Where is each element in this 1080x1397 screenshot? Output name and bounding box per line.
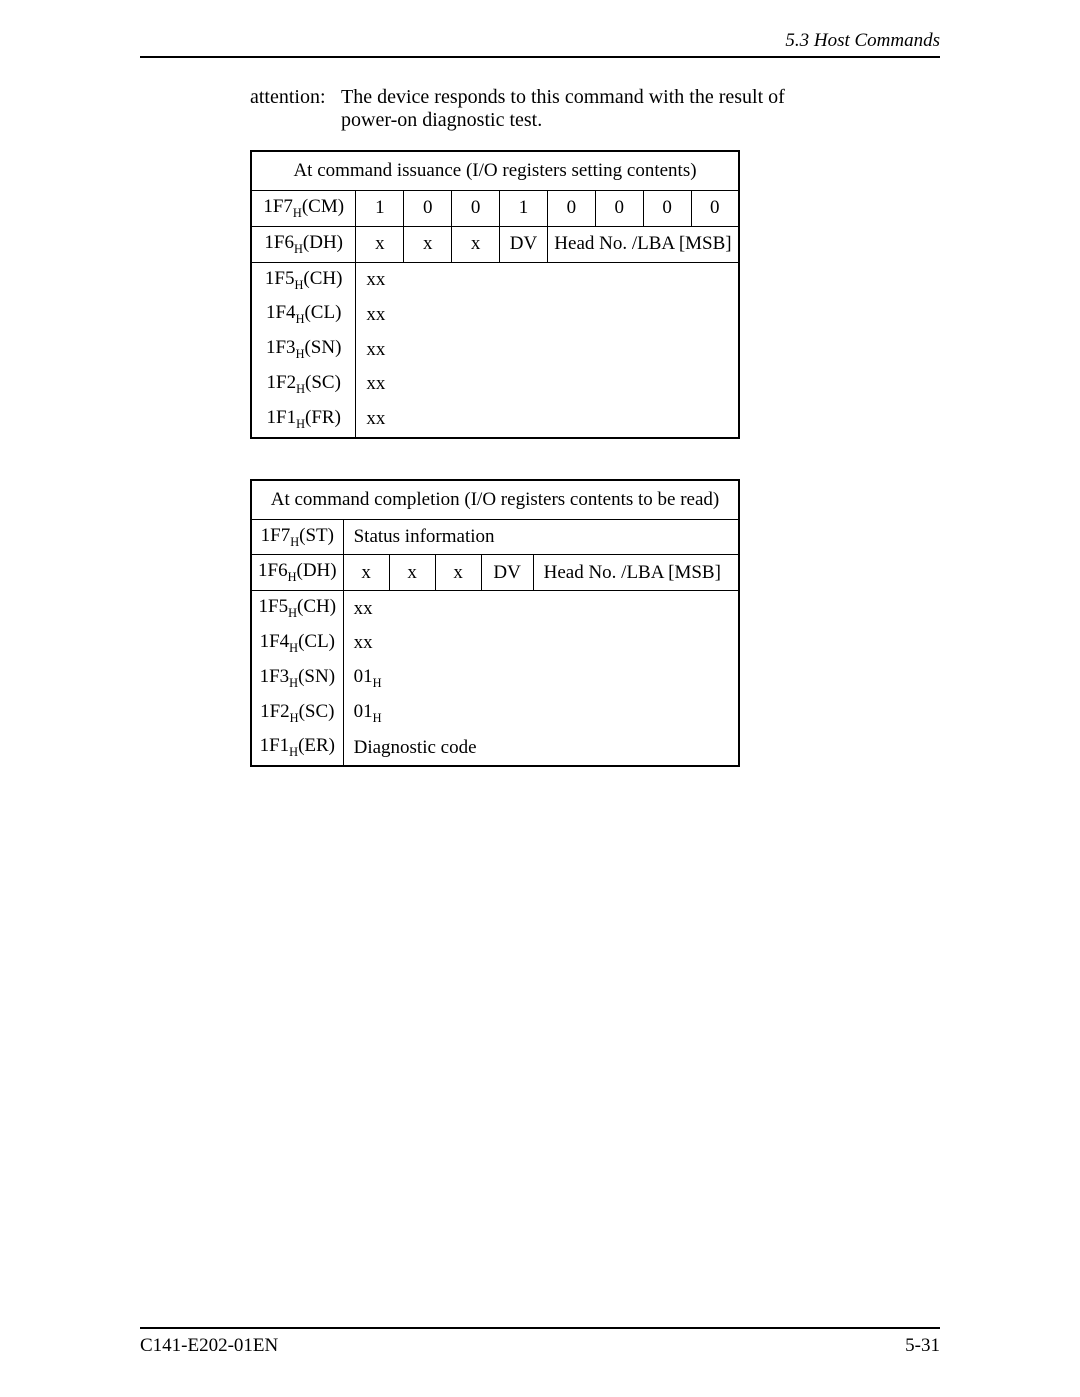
reg-cell: 1F3H(SN): [251, 661, 343, 696]
table-row: At command issuance (I/O registers setti…: [251, 151, 739, 191]
value-cell: xx: [356, 367, 739, 402]
attention-label: attention:: [250, 86, 336, 109]
page-header: 5.3 Host Commands: [140, 30, 940, 58]
head-cell: Head No. /LBA [MSB]: [547, 226, 739, 262]
value-cell: xx: [356, 332, 739, 367]
reg-cell: 1F6H(DH): [251, 226, 356, 262]
bit-cell: x: [435, 555, 481, 591]
bit-cell: 1: [356, 191, 404, 227]
bit-cell: x: [389, 555, 435, 591]
value-cell: xx: [343, 626, 739, 661]
bit-cell: 0: [452, 191, 500, 227]
table-row: 1F7H(CM) 1 0 0 1 0 0 0 0: [251, 191, 739, 227]
bit-cell: x: [452, 226, 500, 262]
reg-cell: 1F4H(CL): [251, 297, 356, 332]
bit-cell: 0: [404, 191, 452, 227]
bit-cell: 1: [500, 191, 548, 227]
footer-right: 5-31: [905, 1335, 940, 1357]
value-cell: 01H: [343, 661, 739, 696]
reg-cell: 1F1H(FR): [251, 402, 356, 438]
reg-cell: 1F2H(SC): [251, 367, 356, 402]
bit-cell: x: [343, 555, 389, 591]
bit-cell: DV: [481, 555, 533, 591]
value-cell: xx: [356, 402, 739, 438]
table-row: At command completion (I/O registers con…: [251, 480, 739, 520]
table-row: 1F2H(SC) 01H: [251, 696, 739, 731]
reg-cell: 1F3H(SN): [251, 332, 356, 367]
register-table-issuance: At command issuance (I/O registers setti…: [250, 150, 740, 439]
reg-cell: 1F1H(ER): [251, 730, 343, 766]
reg-cell: 1F7H(ST): [251, 519, 343, 555]
table-row: 1F3H(SN) xx: [251, 332, 739, 367]
reg-cell: 1F6H(DH): [251, 555, 343, 591]
value-cell: xx: [356, 297, 739, 332]
bit-cell: DV: [500, 226, 548, 262]
table-title: At command completion (I/O registers con…: [251, 480, 739, 520]
section-title: 5.3 Host Commands: [785, 30, 940, 51]
value-cell: Diagnostic code: [343, 730, 739, 766]
attention-note: attention: The device responds to this c…: [250, 86, 940, 132]
bit-cell: x: [404, 226, 452, 262]
table-row: 1F7H(ST) Status information: [251, 519, 739, 555]
table-row: 1F1H(ER) Diagnostic code: [251, 730, 739, 766]
value-cell: 01H: [343, 696, 739, 731]
bit-cell: 0: [595, 191, 643, 227]
reg-cell: 1F2H(SC): [251, 696, 343, 731]
bit-cell: 0: [547, 191, 595, 227]
table-row: 1F1H(FR) xx: [251, 402, 739, 438]
reg-cell: 1F7H(CM): [251, 191, 356, 227]
table-row: 1F6H(DH) x x x DV Head No. /LBA [MSB]: [251, 555, 739, 591]
register-table-completion: At command completion (I/O registers con…: [250, 479, 740, 768]
bit-cell: 0: [691, 191, 739, 227]
value-cell: xx: [356, 262, 739, 297]
attention-text: The device responds to this command with…: [341, 86, 821, 132]
table-row: 1F3H(SN) 01H: [251, 661, 739, 696]
table-row: 1F4H(CL) xx: [251, 297, 739, 332]
bit-cell: 0: [643, 191, 691, 227]
head-cell: Head No. /LBA [MSB]: [533, 555, 739, 591]
reg-cell: 1F5H(CH): [251, 262, 356, 297]
value-cell: Status information: [343, 519, 739, 555]
table-row: 1F4H(CL) xx: [251, 626, 739, 661]
reg-cell: 1F5H(CH): [251, 591, 343, 626]
table-row: 1F5H(CH) xx: [251, 262, 739, 297]
reg-cell: 1F4H(CL): [251, 626, 343, 661]
page-footer: C141-E202-01EN 5-31: [140, 1327, 940, 1357]
table-title: At command issuance (I/O registers setti…: [251, 151, 739, 191]
value-cell: xx: [343, 591, 739, 626]
table-row: 1F2H(SC) xx: [251, 367, 739, 402]
table-row: 1F6H(DH) x x x DV Head No. /LBA [MSB]: [251, 226, 739, 262]
bit-cell: x: [356, 226, 404, 262]
table-row: 1F5H(CH) xx: [251, 591, 739, 626]
footer-left: C141-E202-01EN: [140, 1335, 278, 1356]
